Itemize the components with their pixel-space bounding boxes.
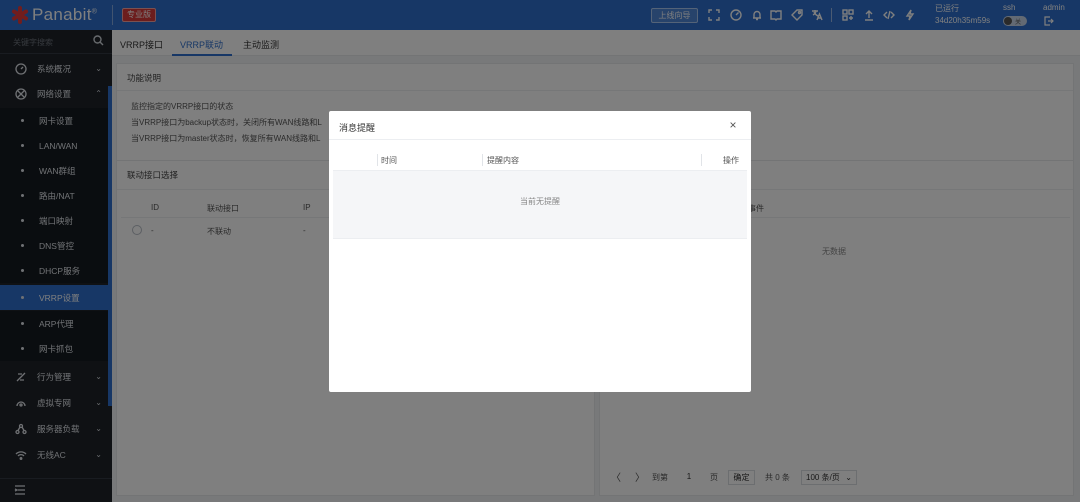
close-icon[interactable]: ×	[727, 119, 739, 131]
column-separator	[482, 154, 483, 166]
message-reminder-dialog: 消息提醒 × 时间 提醒内容 操作 当前无提醒	[329, 111, 751, 392]
dialog-table-header: 时间 提醒内容 操作	[333, 149, 747, 171]
column-header-time: 时间	[381, 156, 397, 165]
dialog-empty-row: 当前无提醒	[333, 171, 747, 239]
column-separator	[701, 154, 702, 166]
empty-text: 当前无提醒	[520, 197, 560, 206]
column-header-action: 操作	[723, 156, 739, 165]
column-separator	[377, 154, 378, 166]
column-header-content: 提醒内容	[487, 156, 519, 165]
dialog-title: 消息提醒	[339, 123, 376, 133]
dialog-header-divider	[329, 139, 751, 140]
